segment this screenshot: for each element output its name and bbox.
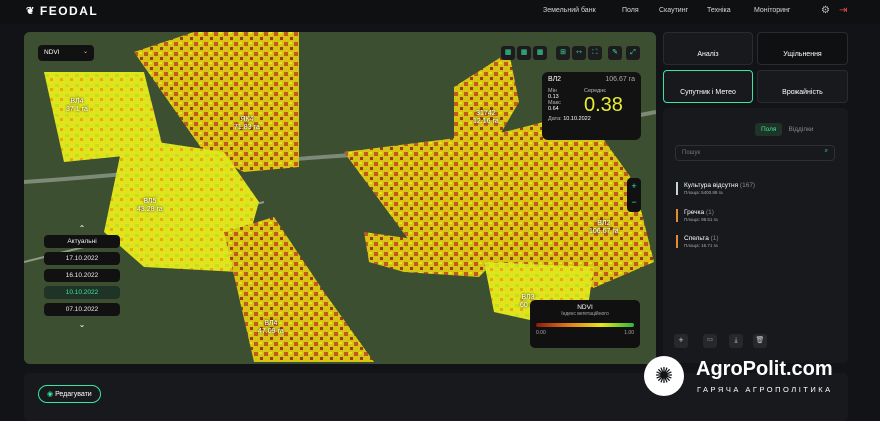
zoom-out-button[interactable]: − xyxy=(627,194,641,210)
date-option[interactable]: 16.10.2022 xyxy=(44,269,120,282)
field-label: ВЛ5 43.28 га xyxy=(137,198,163,213)
nav-monitoring[interactable]: Моніторинг xyxy=(754,7,790,14)
date-option[interactable]: 17.10.2022 xyxy=(44,252,120,265)
layout-icon[interactable]: ⊞ xyxy=(556,46,570,60)
chevron-up-icon[interactable]: ⌃ xyxy=(44,224,120,233)
grid-compare-icon[interactable]: ▦ xyxy=(517,46,531,60)
tab-analysis[interactable]: Аналіз xyxy=(663,32,753,65)
field-label: ВЛ4 37.1 га xyxy=(66,98,88,113)
ndvi-legend: NDVI Індекс вегетаційного 0.00 1.00 xyxy=(530,300,640,348)
crop-item[interactable]: Гречка (1) Площа: 98.51 га xyxy=(676,209,718,222)
chevron-down-icon[interactable]: ⌄ xyxy=(44,320,120,329)
logout-icon[interactable]: ⇥ xyxy=(839,5,847,16)
date-option[interactable]: 07.10.2022 xyxy=(44,303,120,316)
subtabs: Поля Відділки xyxy=(755,123,820,136)
tab-compaction[interactable]: Ущільнення xyxy=(757,32,848,65)
crop-item[interactable]: Культура відсутня (167) Площа: 5400.88 га xyxy=(676,182,755,195)
watermark: ✺ AgroPolit.com ГАРЯЧА АГРОПОЛІТИКА xyxy=(644,352,880,402)
compare-icon[interactable]: ⇿ xyxy=(572,46,586,60)
nav-land-bank[interactable]: Земельний банк xyxy=(543,7,596,14)
field-label: ЯК4 71.83 га xyxy=(234,116,260,131)
add-icon[interactable]: + xyxy=(674,334,688,348)
tab-satellite-weather[interactable]: Супутник і Метео xyxy=(663,70,753,103)
ruler-icon[interactable]: ✎ xyxy=(608,46,622,60)
subtab-fields[interactable]: Поля xyxy=(755,123,783,136)
folder-icon[interactable]: ▭ xyxy=(703,334,717,348)
crop-item[interactable]: Спельта (1) Площа: 16.71 га xyxy=(676,235,719,248)
fullscreen-icon[interactable]: ⤢ xyxy=(626,46,640,60)
edit-icon: ◉ xyxy=(47,391,54,398)
zoom-in-button[interactable]: + xyxy=(627,178,641,194)
grid-split-icon[interactable]: ▦ xyxy=(533,46,547,60)
zoom-control: + − xyxy=(627,178,641,212)
search-icon: ⌕ xyxy=(824,148,828,154)
settings-icon[interactable]: ⚙ xyxy=(821,5,830,16)
map[interactable]: NDVI ⌄ ▦ ▦ ▦ ⊞ ⇿ ⛶ ✎ ⤢ ВЛ4 37.1 га ЯК4 71.8… xyxy=(24,32,656,364)
agropolit-logo-icon: ✺ xyxy=(644,356,684,396)
grid-view-icon[interactable]: ▦ xyxy=(501,46,515,60)
ndvi-gradient xyxy=(536,323,634,327)
logo-icon: ❦ xyxy=(26,5,36,17)
field-label: 31742 12.16 га xyxy=(473,110,499,125)
delete-icon[interactable]: 🗑 xyxy=(753,334,767,348)
fields-panel: Поля Відділки Пошук ⌕ Культура відсутня (… xyxy=(663,108,848,363)
top-bar: ❦ FEODAL Земельний банк Поля Скаутинг Тех… xyxy=(0,0,880,24)
layer-select[interactable]: NDVI ⌄ xyxy=(38,45,94,61)
edit-button[interactable]: ◉ Редагувати xyxy=(38,385,101,403)
date-option[interactable]: Актуальні xyxy=(44,235,120,248)
nav-fields[interactable]: Поля xyxy=(622,7,639,14)
field-info-popup: ВЛ2 106.67 га Мін 0.13 Макс 0.64 Середнє 0.38… xyxy=(542,72,641,140)
field-label: ВЛ2 106.67 га xyxy=(589,220,619,235)
chevron-down-icon: ⌄ xyxy=(82,49,88,55)
tab-yield[interactable]: Врожайність xyxy=(757,70,848,103)
nav-scouting[interactable]: Скаутинг xyxy=(659,7,688,14)
subtab-departments[interactable]: Відділки xyxy=(782,123,819,136)
crop-icon[interactable]: ⛶ xyxy=(588,46,602,60)
logo[interactable]: ❦ FEODAL xyxy=(26,4,98,18)
field-label: ВЛ4 47.09 га xyxy=(258,320,284,335)
date-option-selected[interactable]: 10.10.2022 xyxy=(44,286,120,299)
nav-machinery[interactable]: Техніка xyxy=(707,7,731,14)
date-picker: ⌃ Актуальні 17.10.2022 16.10.2022 10.10.… xyxy=(44,224,120,329)
download-icon[interactable]: ⤓ xyxy=(729,334,743,348)
search-input[interactable]: Пошук ⌕ xyxy=(675,145,835,161)
